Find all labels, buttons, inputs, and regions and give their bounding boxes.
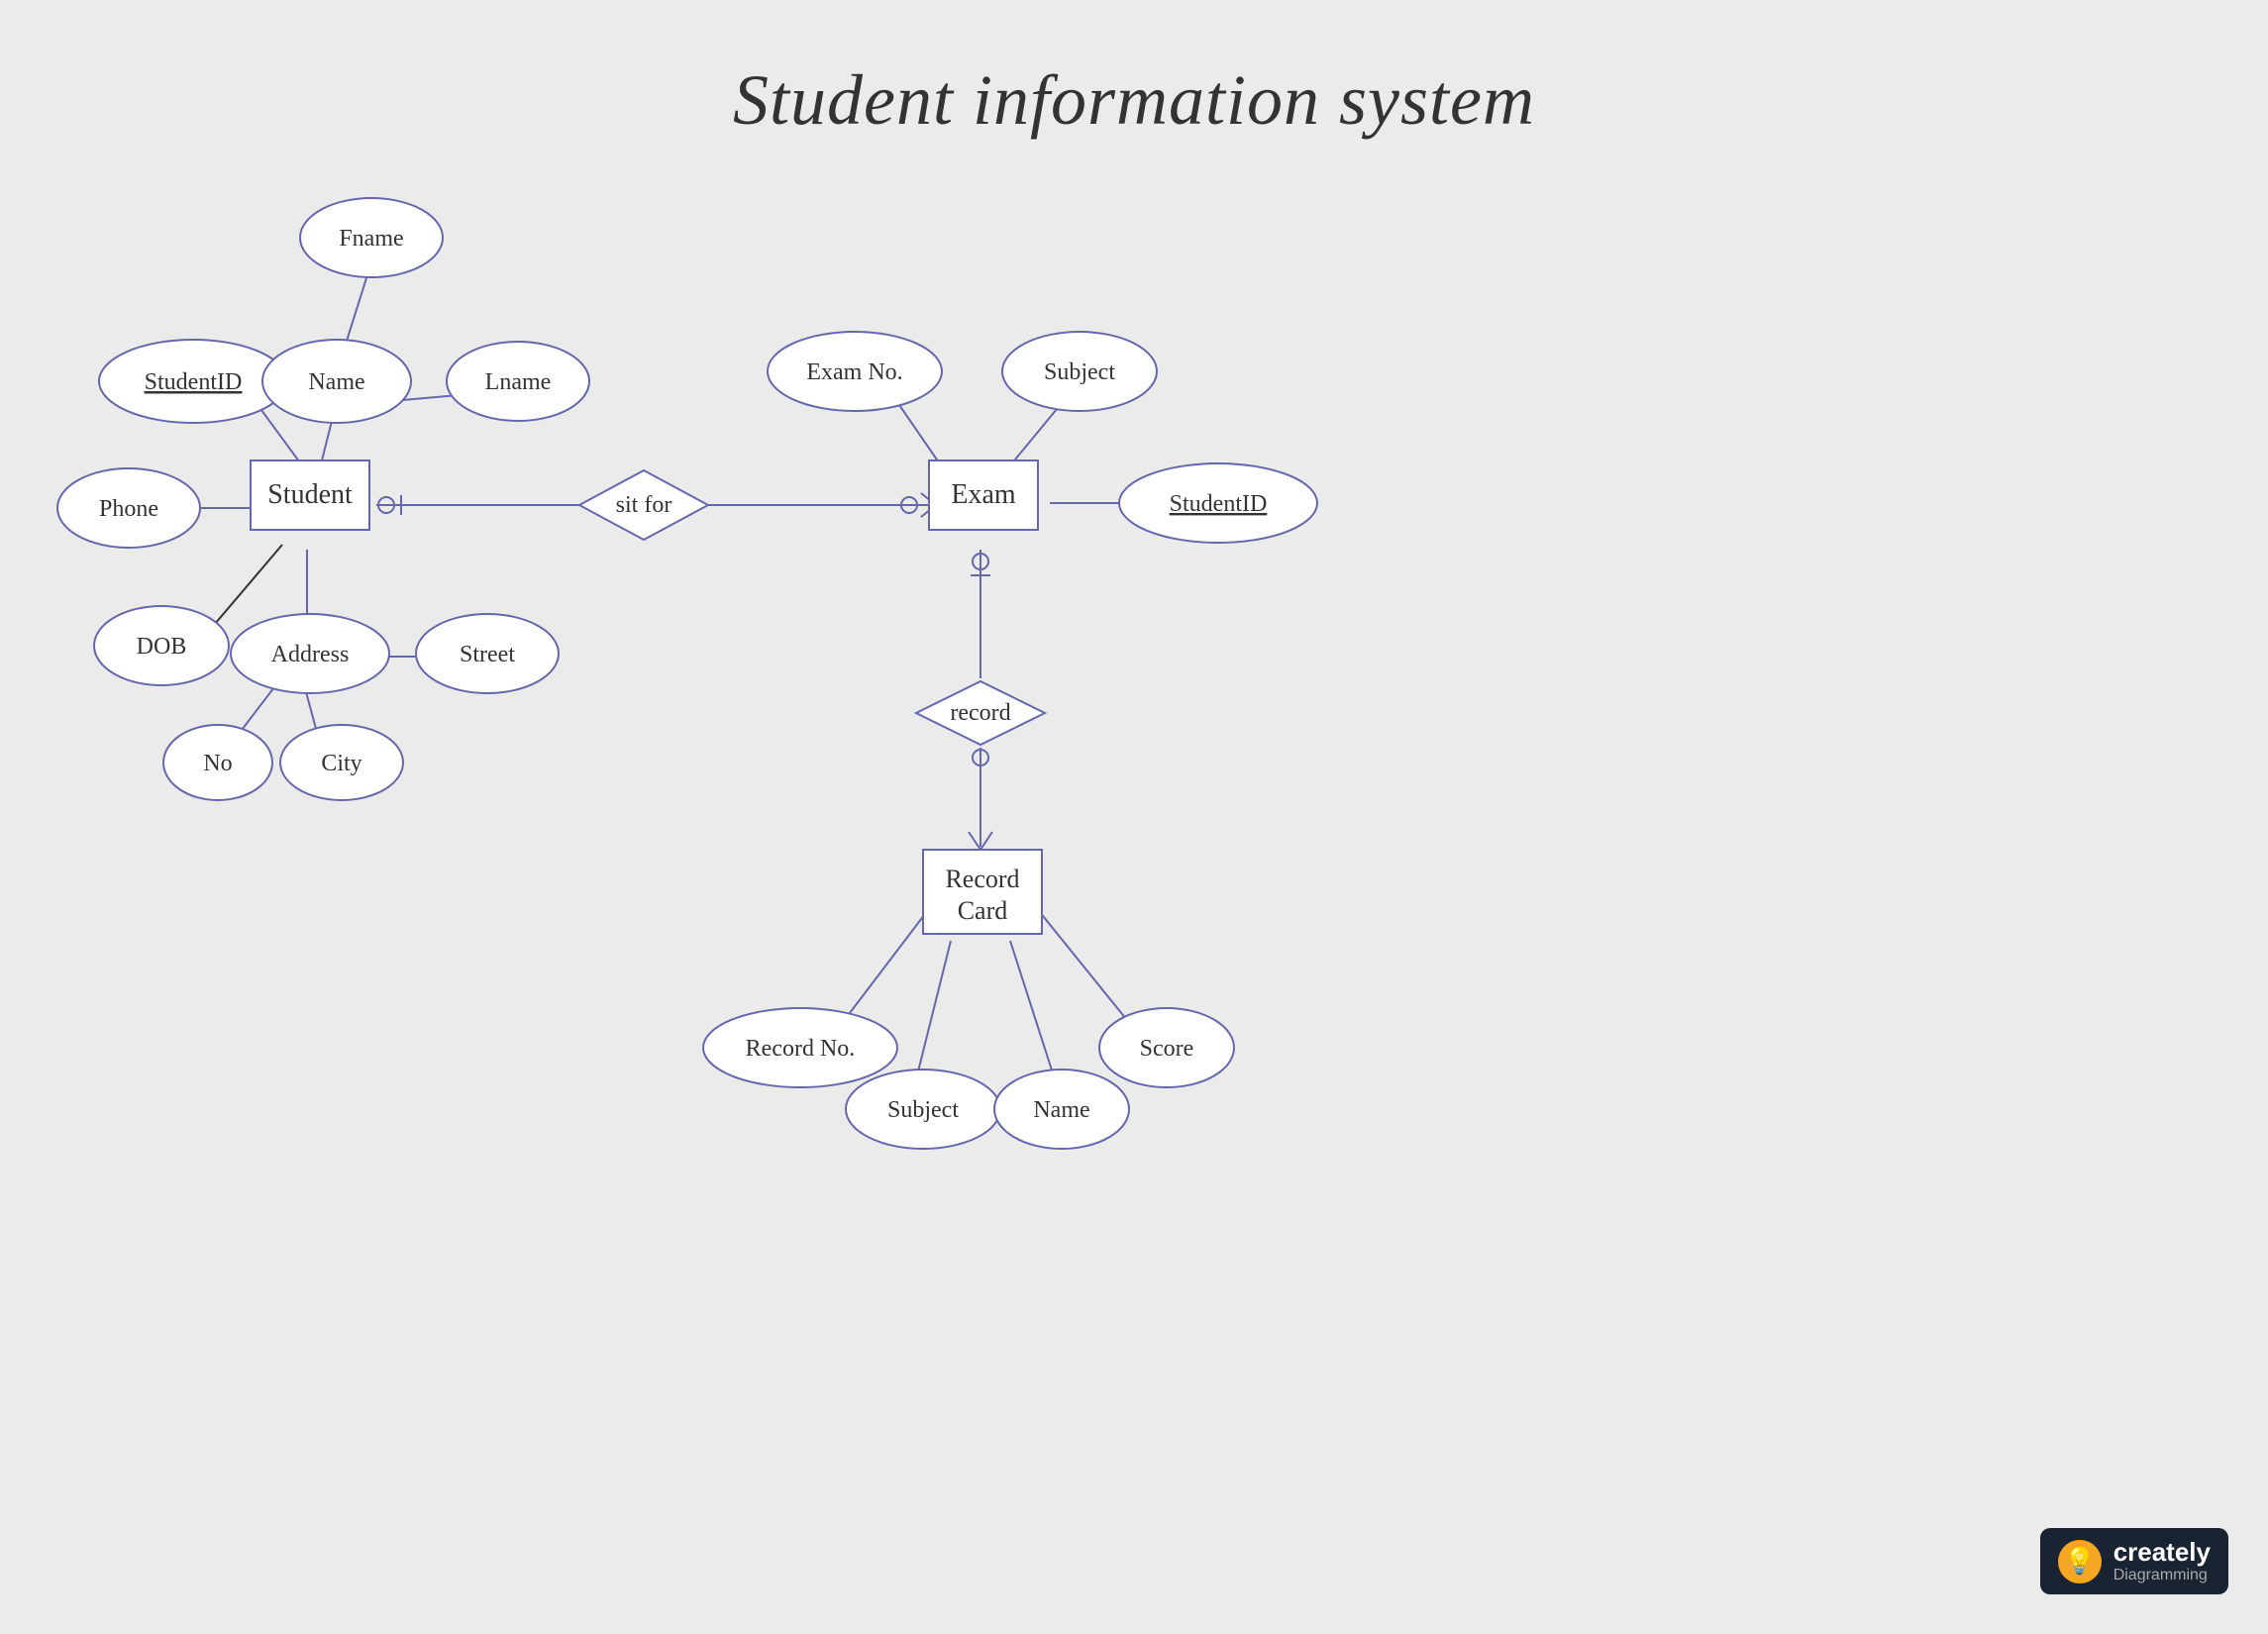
fname-label: Fname — [339, 226, 403, 252]
record-no-label: Record No. — [746, 1036, 856, 1062]
exam-no-label: Exam No. — [806, 359, 902, 385]
phone-label: Phone — [99, 496, 158, 522]
name-label: Name — [308, 369, 364, 395]
name-rc-label: Name — [1033, 1097, 1089, 1123]
record-card-label2: Card — [958, 896, 1008, 925]
subject-rc-label: Subject — [887, 1097, 959, 1123]
diagram-canvas: Student Exam Record Card sit for record … — [0, 0, 2268, 1634]
student-label: Student — [267, 479, 353, 510]
dob-label: DOB — [137, 634, 187, 660]
score-label: Score — [1140, 1036, 1194, 1062]
no-label: No — [203, 751, 232, 776]
lname-label: Lname — [485, 369, 552, 395]
record-card-label: Record — [945, 865, 1019, 893]
exam-label: Exam — [951, 479, 1016, 510]
student-id-left-label: StudentID — [145, 369, 243, 395]
city-label: City — [321, 751, 361, 776]
creately-bulb-icon: 💡 — [2058, 1540, 2102, 1583]
subject-exam-label: Subject — [1044, 359, 1115, 385]
record-label: record — [950, 700, 1010, 726]
sit-for-label: sit for — [616, 492, 672, 518]
address-label: Address — [271, 642, 350, 667]
student-id-right-label: StudentID — [1170, 491, 1268, 517]
creately-name: creately — [2113, 1538, 2211, 1567]
creately-sub: Diagramming — [2113, 1567, 2211, 1584]
creately-badge: 💡 creately Diagramming — [2040, 1528, 2228, 1594]
street-label: Street — [460, 642, 515, 667]
